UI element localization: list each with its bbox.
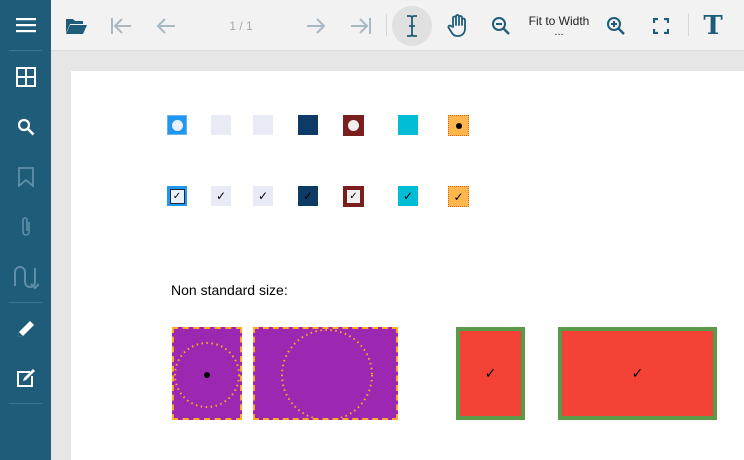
bookmarks-button[interactable] (0, 153, 51, 201)
zoom-out-button[interactable] (485, 0, 517, 51)
radio-dot (348, 120, 359, 131)
first-page-icon (111, 17, 131, 34)
check-mark: ✓ (631, 365, 644, 382)
sidebar-divider (9, 403, 42, 404)
radio-button-large-purple[interactable] (172, 327, 242, 420)
signature-button[interactable] (0, 253, 51, 301)
text-select-button[interactable] (391, 0, 432, 51)
radio-dot (171, 119, 183, 131)
checkbox-navy[interactable]: ✓ (298, 186, 318, 206)
fullscreen-button[interactable] (645, 0, 677, 51)
edit-form-button[interactable] (0, 354, 51, 402)
check-mark: ✓ (257, 189, 269, 203)
fullscreen-icon (653, 17, 669, 34)
radio-button-orange[interactable] (448, 115, 469, 136)
checkbox-wide-red[interactable]: ✓ (558, 327, 717, 420)
zoom-out-icon (492, 16, 510, 35)
next-page-icon (307, 17, 326, 34)
check-mark: ✓ (349, 191, 358, 202)
check-mark: ✓ (402, 189, 414, 203)
previous-page-button[interactable] (152, 0, 180, 51)
open-file-button[interactable] (59, 0, 93, 51)
bookmark-icon (17, 167, 34, 187)
checkbox-maroon[interactable]: ✓ (343, 186, 364, 207)
text-tool-button[interactable]: T (696, 0, 730, 51)
zoom-select[interactable]: Fit to Width ... (521, 0, 597, 51)
radio-dot (455, 122, 462, 129)
check-mark: ✓ (453, 189, 464, 204)
attachments-button[interactable] (0, 203, 51, 251)
sidebar-divider (9, 50, 42, 51)
document-viewer[interactable]: ✓ ✓ ✓ ✓ ✓ ✓ ✓ Non standard size: ✓ ✓ (51, 51, 744, 460)
hand-icon (447, 13, 466, 37)
radio-button-lavender[interactable] (211, 115, 231, 135)
zoom-in-icon (607, 16, 625, 35)
toolbar-divider (386, 14, 387, 36)
thumbnails-icon (15, 67, 36, 87)
paperclip-icon (21, 217, 30, 236)
checkbox-inner: ✓ (347, 190, 360, 203)
toolbar-divider (688, 14, 689, 36)
edit-form-icon (16, 369, 35, 387)
last-page-button[interactable] (347, 0, 375, 51)
check-mark: ✓ (172, 190, 182, 202)
pencil-icon (17, 321, 34, 337)
first-page-button[interactable] (107, 0, 135, 51)
menu-button[interactable] (0, 1, 51, 49)
check-mark: ✓ (484, 365, 497, 382)
thumbnails-button[interactable] (0, 53, 51, 101)
pdf-page: ✓ ✓ ✓ ✓ ✓ ✓ ✓ Non standard size: ✓ ✓ (71, 71, 744, 460)
last-page-icon (351, 17, 371, 34)
zoom-label: Fit to Width (528, 13, 590, 28)
annotate-button[interactable] (0, 305, 51, 353)
previous-page-icon (156, 17, 175, 34)
search-button[interactable] (0, 103, 51, 151)
zoom-in-button[interactable] (600, 0, 632, 51)
checkbox-orange[interactable]: ✓ (448, 186, 469, 207)
checkbox-blue[interactable]: ✓ (167, 186, 187, 206)
pan-tool-button[interactable] (440, 0, 476, 51)
signature-icon (13, 266, 39, 290)
check-mark: ✓ (302, 189, 314, 203)
zoom-more: ... (554, 25, 564, 38)
menu-icon (15, 18, 36, 33)
radio-ring (174, 342, 240, 408)
text-cursor-icon (406, 14, 417, 37)
text-select-highlight (391, 5, 432, 46)
text-tool-icon: T (703, 10, 723, 41)
checkbox-lavender[interactable]: ✓ (253, 186, 273, 206)
radio-button-maroon[interactable] (343, 115, 364, 136)
checkbox-cyan[interactable]: ✓ (398, 186, 418, 206)
toolbar: 1 / 1 Fit to Width ... T (51, 0, 744, 51)
nonstandard-size-label: Non standard size: (171, 282, 288, 298)
check-mark: ✓ (215, 189, 227, 203)
checkbox-lavender[interactable]: ✓ (211, 186, 231, 206)
radio-button-wide-purple[interactable] (253, 327, 398, 420)
checkbox-inner: ✓ (169, 188, 185, 204)
radio-button-blue[interactable] (167, 115, 187, 135)
radio-button-navy[interactable] (298, 115, 318, 135)
checkbox-large-red[interactable]: ✓ (456, 327, 525, 420)
radio-ring (281, 329, 373, 418)
next-page-button[interactable] (302, 0, 330, 51)
page-indicator[interactable]: 1 / 1 (219, 0, 263, 51)
radio-button-lavender[interactable] (253, 115, 273, 135)
radio-button-cyan[interactable] (398, 115, 418, 135)
search-icon (17, 118, 34, 136)
folder-open-icon (66, 18, 87, 34)
sidebar (0, 0, 51, 460)
sidebar-divider (9, 302, 42, 303)
